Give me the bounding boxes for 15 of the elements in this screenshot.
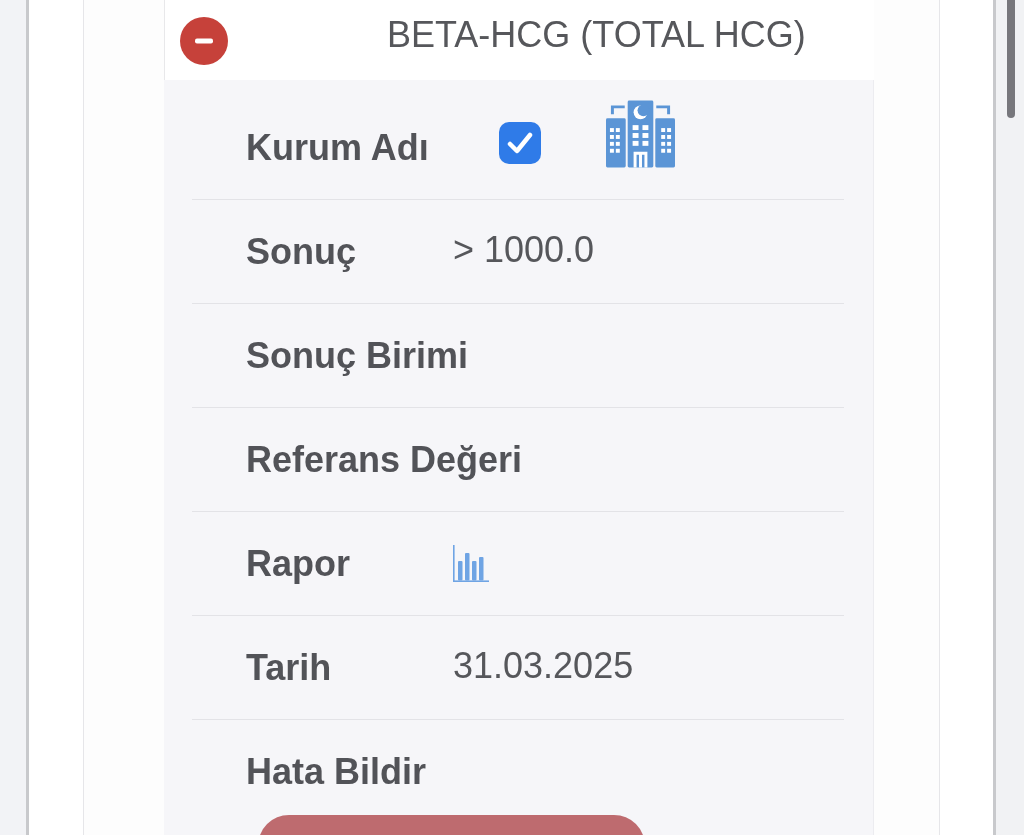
field-label: Rapor [246,542,350,585]
field-label: Tarih [246,646,332,689]
hospital-building-icon [606,99,675,168]
field-value: > 1000.0 [453,228,595,271]
checkbox[interactable] [499,121,541,164]
minus-icon[interactable] [180,17,228,65]
field-label: Hata Bildir [246,751,427,793]
scrollbar-thumb[interactable] [1007,0,1015,118]
field-label: Sonuç Birimi [246,334,469,377]
field-label: Sonuç [246,230,356,273]
test-title: BETA-HCG (TOTAL HCG) [387,14,806,56]
bar-chart-icon[interactable] [453,545,489,582]
field-label: Kurum Adı [246,126,429,169]
field-value: 31.03.2025 [453,644,634,687]
field-label: Referans Değeri [246,438,523,481]
